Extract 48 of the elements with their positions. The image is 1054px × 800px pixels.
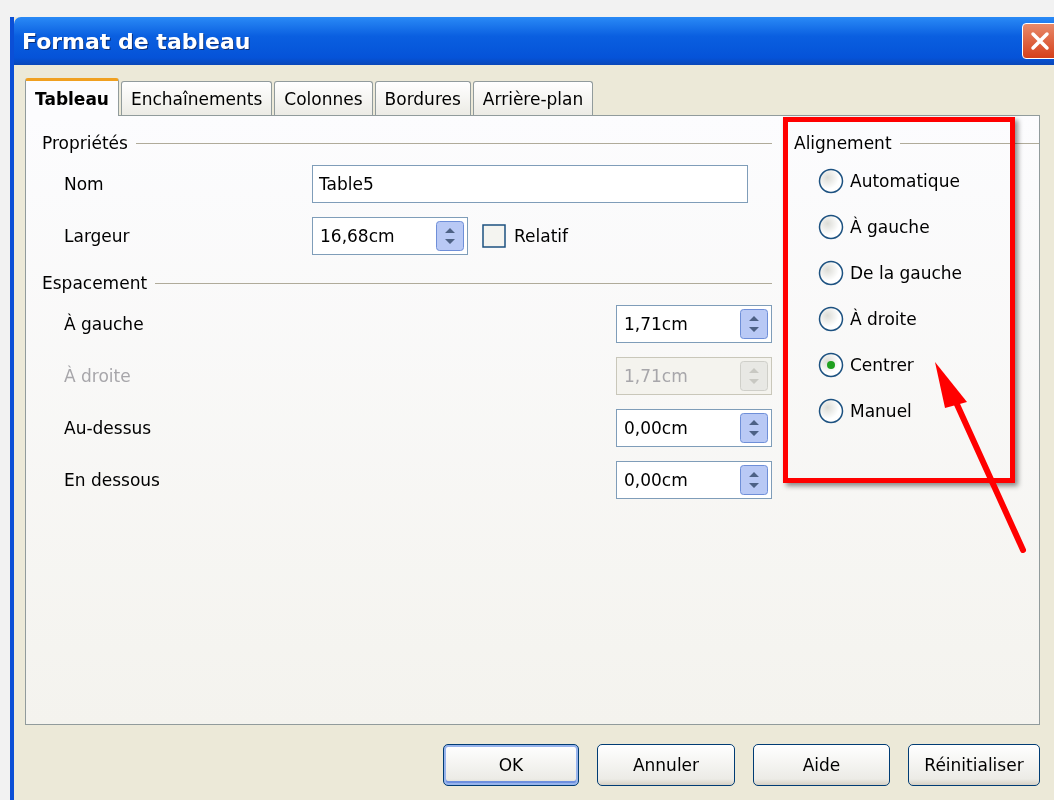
field-label: À gauche [64, 314, 145, 334]
spin-value: 0,00cm [624, 470, 689, 490]
radio-icon[interactable] [818, 352, 844, 378]
dialog-button[interactable]: Aide [753, 744, 890, 786]
radio-icon[interactable] [818, 398, 844, 424]
radio-option[interactable]: À gauche [818, 204, 1039, 250]
text-field[interactable]: Table5 [312, 165, 748, 203]
checkbox-icon[interactable] [482, 224, 506, 248]
field-label: Nom [64, 174, 105, 194]
tab[interactable]: Enchaînements [121, 81, 273, 115]
field-label: En dessous [64, 470, 161, 490]
group-heading: Espacement [42, 273, 148, 293]
spin-value: 1,71cm [624, 366, 689, 386]
radio-icon[interactable] [818, 214, 844, 240]
spin-field[interactable]: 1,71cm [616, 305, 772, 343]
dialog-button[interactable]: Réinitialiser [908, 744, 1040, 786]
group-heading: Alignement [794, 133, 892, 153]
tab[interactable]: Arrière-plan [472, 81, 594, 115]
tab[interactable]: Bordures [374, 81, 471, 115]
dialog-button[interactable]: OK [443, 744, 579, 786]
spin-arrows-icon[interactable] [740, 413, 768, 443]
spin-value: 16,68cm [320, 226, 396, 246]
tab[interactable]: Tableau [25, 78, 119, 116]
spin-arrows-icon[interactable] [740, 465, 768, 495]
window-title: Format de tableau [22, 28, 252, 54]
radio-option[interactable]: Manuel [818, 388, 1039, 434]
radio-icon[interactable] [818, 306, 844, 332]
tab[interactable]: Colonnes [274, 81, 373, 115]
spin-value: 1,71cm [624, 314, 689, 334]
radio-option[interactable]: Automatique [818, 158, 1039, 204]
spin-arrows-icon[interactable] [740, 309, 768, 339]
spin-field[interactable]: 16,68cm [312, 217, 468, 255]
spin-field[interactable]: 0,00cm [616, 461, 772, 499]
group-heading: Propriétés [42, 133, 128, 153]
spin-field[interactable]: 0,00cm [616, 409, 772, 447]
checkbox[interactable]: Relatif [482, 224, 569, 248]
field-label: Au-dessus [64, 418, 153, 438]
radio-icon[interactable] [818, 260, 844, 286]
radio-option[interactable]: De la gauche [818, 250, 1039, 296]
radio-option[interactable]: Centrer [818, 342, 1039, 388]
field-label: À droite [64, 366, 132, 386]
spin-arrows-icon[interactable] [436, 221, 464, 251]
radio-icon[interactable] [818, 168, 844, 194]
spin-value: 0,00cm [624, 418, 689, 438]
field-label: Largeur [64, 226, 131, 246]
dialog-button[interactable]: Annuler [597, 744, 735, 786]
close-icon[interactable] [1022, 23, 1054, 59]
radio-option[interactable]: À droite [818, 296, 1039, 342]
